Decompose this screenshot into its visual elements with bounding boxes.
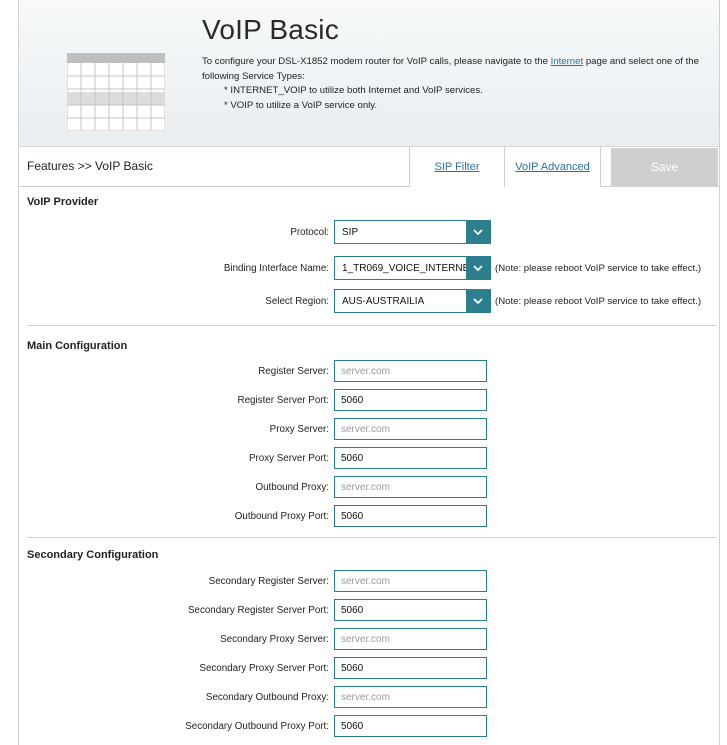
intro-bullet-1: * INTERNET_VOIP to utilize both Internet… [224,85,483,96]
register-server-label: Register Server: [258,366,329,377]
voip-advanced-button[interactable]: VoIP Advanced [504,147,601,187]
register-server-port-label: Register Server Port: [237,395,329,406]
outbound-proxy-port-input[interactable] [334,505,487,527]
internet-link[interactable]: Internet [551,56,584,67]
intro-text: To configure your DSL-X1852 modem router… [202,55,717,113]
sip-filter-button[interactable]: SIP Filter [409,147,504,187]
page-frame: VoIP Basic To configure your DSL-X1852 m… [18,0,720,745]
section-divider [27,537,717,538]
select-region-label: Select Region: [265,296,329,307]
main-configuration-heading: Main Configuration [27,340,128,352]
voip-provider-heading: VoIP Provider [27,196,99,208]
region-select[interactable]: AUS-AUSTRAILIA [334,289,491,313]
intro-bullet-2: * VOIP to utilize a VoIP service only. [224,99,378,111]
calendar-grid-icon [67,53,165,131]
outbound-proxy-port-label: Outbound Proxy Port: [234,511,329,522]
register-server-port-input[interactable] [334,389,487,411]
binding-interface-label: Binding Interface Name: [223,263,329,274]
region-value: AUS-AUSTRAILIA [342,295,425,307]
secondary-proxy-server-port-input[interactable] [334,657,487,679]
binding-interface-value: 1_TR069_VOICE_INTERNET [342,262,466,274]
secondary-configuration-heading: Secondary Configuration [27,549,159,561]
toolbar: Features >> VoIP Basic SIP Filter VoIP A… [19,147,719,187]
secondary-proxy-server-label: Secondary Proxy Server: [220,634,329,645]
secondary-outbound-proxy-port-label: Secondary Outbound Proxy Port: [185,721,329,732]
secondary-register-server-label: Secondary Register Server: [208,576,329,587]
outbound-proxy-label: Outbound Proxy: [255,482,329,493]
binding-interface-select[interactable]: 1_TR069_VOICE_INTERNET [334,256,491,280]
proxy-server-label: Proxy Server: [269,424,329,435]
secondary-outbound-proxy-label: Secondary Outbound Proxy: [205,692,329,703]
proxy-server-input[interactable] [334,418,487,440]
protocol-select[interactable]: SIP [334,220,491,244]
page-title: VoIP Basic [202,14,339,45]
secondary-register-server-input[interactable] [334,570,487,592]
secondary-outbound-proxy-port-input[interactable] [334,715,487,737]
chevron-down-icon [466,221,490,243]
secondary-register-server-port-input[interactable] [334,599,487,621]
save-button[interactable]: Save [611,148,718,186]
secondary-outbound-proxy-input[interactable] [334,686,487,708]
protocol-value: SIP [342,226,359,238]
proxy-server-port-input[interactable] [334,447,487,469]
outbound-proxy-input[interactable] [334,476,487,498]
chevron-down-icon [466,257,490,279]
breadcrumb: Features >> VoIP Basic [27,159,153,173]
secondary-proxy-server-input[interactable] [334,628,487,650]
section-divider [27,325,717,326]
page-header: VoIP Basic To configure your DSL-X1852 m… [19,0,719,147]
intro-prefix: To configure your DSL-X1852 modem router… [202,56,548,67]
protocol-label: Protocol: [290,227,329,238]
binding-note: (Note: please reboot VoIP service to tak… [495,263,702,274]
proxy-server-port-label: Proxy Server Port: [248,453,329,464]
chevron-down-icon [466,290,490,312]
secondary-register-server-port-label: Secondary Register Server Port: [187,605,329,616]
secondary-proxy-server-port-label: Secondary Proxy Server Port: [199,663,329,674]
region-note: (Note: please reboot VoIP service to tak… [495,296,702,307]
register-server-input[interactable] [334,360,487,382]
